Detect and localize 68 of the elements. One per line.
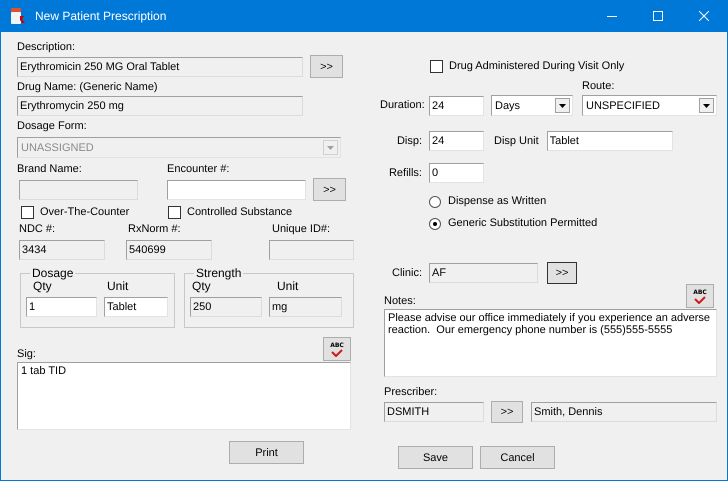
sig-text-area[interactable]: 1 tab TID — [17, 362, 351, 430]
field-label: Encounter #: — [167, 163, 230, 176]
input-field[interactable]: 24 — [429, 131, 484, 151]
field-label: NDC #: — [19, 223, 56, 236]
checkbox[interactable] — [168, 206, 181, 219]
browse-button[interactable]: >> — [313, 178, 346, 201]
checkbox-label: Controlled Substance — [187, 206, 292, 219]
input-field[interactable]: 0 — [429, 163, 484, 183]
group-title: Dosage — [31, 266, 74, 280]
field-label: Sig: — [17, 348, 36, 361]
input-field[interactable] — [167, 180, 306, 200]
check-mark-icon — [694, 296, 706, 304]
radio-label: Generic Substitution Permitted — [448, 217, 598, 230]
field-label: Notes: — [384, 295, 416, 308]
input-field[interactable]: Erythromicin 250 MG Oral Tablet — [17, 56, 303, 76]
field-label: Route: — [582, 80, 616, 93]
checkbox[interactable] — [21, 206, 34, 219]
dropdown[interactable]: Days — [491, 95, 573, 116]
field-label: Clinic: — [391, 266, 422, 280]
field-label: Qty — [33, 280, 52, 293]
dropdown[interactable]: UNSPECIFIED — [582, 95, 717, 116]
browse-button[interactable]: >> — [547, 262, 577, 284]
input-field[interactable]: DSMITH — [384, 402, 484, 422]
field-label: Unit — [277, 280, 298, 293]
pill-bottle-icon — [9, 7, 27, 25]
close-icon — [699, 11, 709, 21]
field-label: Unit — [107, 280, 128, 293]
input-field[interactable]: Tablet — [546, 131, 673, 151]
input-field[interactable]: 1 — [26, 297, 97, 317]
input-field[interactable]: Smith, Dennis — [531, 402, 717, 422]
field-label: Unique ID#: — [272, 223, 332, 236]
browse-button[interactable]: >> — [310, 55, 343, 78]
field-label: Qty — [192, 280, 211, 293]
radio-label: Dispense as Written — [448, 195, 546, 208]
checkbox-label: Drug Administered During Visit Only — [449, 60, 624, 73]
maximize-icon — [653, 11, 663, 21]
group-title: Strength — [195, 266, 242, 280]
field-label: Disp Unit — [494, 134, 539, 148]
input-field[interactable]: Erythromycin 250 mg — [17, 96, 303, 116]
input-field[interactable]: 540699 — [126, 240, 212, 260]
window-title: New Patient Prescription — [35, 9, 168, 23]
checkbox-label: Over-The-Counter — [40, 206, 130, 219]
field-label: Drug Name: (Generic Name) — [17, 81, 159, 94]
field-label: Description: — [17, 41, 76, 54]
input-field[interactable] — [269, 240, 354, 260]
input-field[interactable]: AF — [429, 263, 538, 283]
radio-button[interactable] — [429, 218, 441, 230]
notes-text-area[interactable]: Please advise our office immediately if you experience an adverse reaction. Our emergency phone number is (555)555-5555 — [384, 309, 717, 377]
field-label: Duration: — [380, 99, 423, 112]
input-field[interactable]: 250 — [190, 297, 262, 317]
print-button[interactable]: Print — [229, 441, 304, 464]
checkbox[interactable] — [430, 60, 443, 73]
save-button[interactable]: Save — [398, 446, 473, 469]
field-label: RxNorm #: — [128, 223, 182, 236]
field-label: Brand Name: — [17, 163, 83, 176]
input-field[interactable]: mg — [269, 297, 342, 317]
input-field[interactable]: 24 — [429, 96, 484, 116]
check-mark-icon — [331, 348, 343, 356]
input-field[interactable] — [19, 180, 138, 200]
field-label: Dosage Form: — [17, 120, 88, 133]
input-field[interactable]: Tablet — [104, 297, 168, 317]
input-field[interactable]: 3434 — [19, 240, 105, 260]
field-label: Refills: — [388, 166, 422, 180]
browse-button[interactable]: >> — [491, 401, 523, 423]
field-label: Disp: — [396, 134, 422, 148]
radio-button[interactable] — [429, 196, 441, 208]
field-label: Prescriber: — [384, 386, 438, 399]
cancel-button[interactable]: Cancel — [480, 446, 555, 469]
